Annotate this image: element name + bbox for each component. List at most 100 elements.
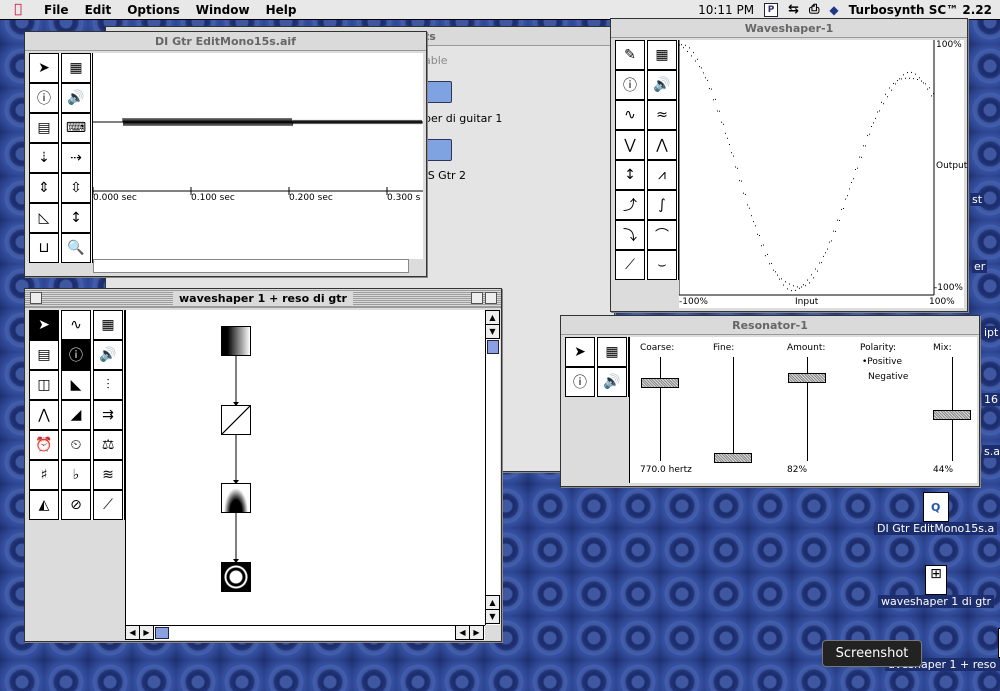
invert-shape-icon[interactable]: ⋁ (615, 130, 645, 160)
patch-titlebar[interactable]: waveshaper 1 + reso di gtr (25, 289, 501, 308)
folder-icon[interactable] (424, 81, 452, 103)
keyboard-icon[interactable]: P (764, 2, 779, 17)
loop-tool-icon[interactable]: ⊔ (29, 233, 59, 263)
scroll-right-arrow-icon[interactable]: ▶ (139, 625, 154, 640)
waveshaper-titlebar[interactable]: Waveshaper-1 (611, 19, 967, 38)
desktop-fragment[interactable]: 16 (982, 393, 1000, 406)
scroll-thumb[interactable] (487, 340, 499, 354)
patch-vscroll[interactable]: ▲ ▼ ▲ ▼ (485, 310, 500, 625)
zoom-tool-icon[interactable]: 🔍 (61, 233, 91, 263)
arrow-tool-icon[interactable]: ➤ (565, 337, 595, 367)
sound-input-module-icon[interactable] (221, 326, 251, 356)
desktop-fragment[interactable]: st (970, 193, 985, 206)
curve-s-icon[interactable]: ∫ (647, 190, 677, 220)
desktop-fragment[interactable]: s.a (982, 445, 1000, 458)
desktop-fragment[interactable]: er (972, 260, 988, 273)
info-tool-icon[interactable]: ⓘ (565, 367, 595, 397)
curve-exp-icon[interactable]: ⌣ (647, 250, 677, 280)
arrow-tool-icon[interactable]: ➤ (29, 310, 59, 340)
info-tool-icon[interactable]: ⓘ (61, 340, 91, 370)
mixer-module-icon[interactable]: ⚖ (93, 430, 123, 460)
piano-tool-icon[interactable]: ▦ (93, 310, 123, 340)
spectral-module-icon[interactable]: ♭ (61, 460, 91, 490)
curve-down-icon[interactable]: ⤵ (615, 220, 645, 250)
speaker-tool-icon[interactable]: 🔊 (61, 83, 91, 113)
sample-module-icon[interactable]: ◣ (61, 370, 91, 400)
patch-hscroll[interactable]: ◀ ▶ ◀ ▶ (125, 625, 485, 640)
delay-module-icon[interactable]: ⇉ (93, 400, 123, 430)
menu-edit[interactable]: Edit (77, 3, 120, 17)
oscillator-module-icon[interactable]: ◫ (29, 370, 59, 400)
scroll-right-arrow-icon[interactable]: ▶ (469, 625, 484, 640)
resonator-window[interactable]: Resonator-1 ➤ ▦ ⓘ 🔊 Coarse: 770.0 hertz … (560, 315, 980, 487)
speaker-tool-icon[interactable]: 🔊 (597, 367, 627, 397)
amplify-tool-icon[interactable]: ⇕ (29, 173, 59, 203)
piano-tool-icon[interactable]: ▦ (61, 53, 91, 83)
pitch-tool-icon[interactable]: ↕ (61, 203, 91, 233)
apple-menu-icon[interactable]:  (0, 2, 36, 17)
patch-canvas[interactable] (125, 310, 485, 625)
fine-slider-track[interactable] (733, 357, 734, 461)
desktop-file-waveshaper[interactable]: ⊞ waveshaper 1 di gtr (878, 565, 995, 608)
scroll-left-arrow-icon[interactable]: ◀ (455, 625, 470, 640)
wave-module-icon[interactable]: ≋ (93, 460, 123, 490)
info-tool-icon[interactable]: ⓘ (615, 70, 645, 100)
triangle-shape-icon[interactable]: ⋀ (647, 130, 677, 160)
polarity-negative-option[interactable]: Negative (868, 372, 908, 382)
fade-in-tool-icon[interactable]: ⇢ (61, 143, 91, 173)
app-name[interactable]: Turbosynth SC™ 2.22 (849, 3, 992, 17)
scroll-up-arrow-icon[interactable]: ▲ (485, 310, 500, 325)
zoom-box-icon[interactable] (471, 292, 483, 304)
speaker-tool-icon[interactable]: 🔊 (647, 70, 677, 100)
envelope-tool-icon[interactable]: ◺ (29, 203, 59, 233)
menu-help[interactable]: Help (258, 3, 305, 17)
amount-slider-thumb[interactable] (788, 373, 826, 383)
arrow-tool-icon[interactable]: ➤ (29, 53, 59, 83)
coarse-slider-track[interactable] (660, 357, 661, 461)
desktop-file-aiff[interactable]: Q DI Gtr EditMono15s.a (874, 492, 998, 535)
collapse-box-icon[interactable] (485, 292, 497, 304)
piano-tool-icon[interactable]: ▦ (647, 40, 677, 70)
app-icon[interactable]: ◆ (829, 3, 838, 17)
mix-slider-thumb[interactable] (933, 410, 971, 420)
keyboard-module-icon[interactable]: ▤ (29, 340, 59, 370)
close-box-icon[interactable] (30, 292, 42, 304)
folder-label[interactable]: per di guitar 1 (424, 112, 502, 125)
patch-window[interactable]: waveshaper 1 + reso di gtr ➤ ∿ ▦ ▤ ⓘ 🔊 ◫… (24, 288, 502, 642)
output-module-icon[interactable] (221, 562, 251, 592)
pitch-module-icon[interactable]: ♯ (29, 460, 59, 490)
scroll-thumb[interactable] (155, 627, 169, 639)
noise-module-icon[interactable]: ⫶ (93, 370, 123, 400)
modulator-module-icon[interactable]: ⏲ (61, 430, 91, 460)
folder-icon[interactable] (424, 139, 452, 161)
scroll-left-arrow-icon[interactable]: ◀ (125, 625, 140, 640)
coarse-slider-thumb[interactable] (641, 378, 679, 388)
printer-icon[interactable]: ⎙ (809, 2, 819, 17)
envelope-module-icon[interactable]: ⋀ (29, 400, 59, 430)
resonator-titlebar[interactable]: Resonator-1 (561, 316, 979, 335)
waveform-tool-icon[interactable]: ▤ (29, 113, 59, 143)
wire-tool-icon[interactable]: ∿ (61, 310, 91, 340)
fold-shape-icon[interactable]: ⩘ (647, 160, 677, 190)
waveshaper-window[interactable]: Waveshaper-1 ✎ ▦ ⓘ 🔊 ∿ ≈ ⋁ ⋀ ↕ ⩘ ⤴ ∫ ⤵ ⌒… (610, 18, 968, 312)
audio-scroll-region[interactable] (93, 259, 409, 273)
resonator-module-icon[interactable] (221, 483, 251, 513)
fade-out-tool-icon[interactable]: ⇣ (29, 143, 59, 173)
menu-file[interactable]: File (36, 3, 77, 17)
scroll-down-arrow-icon[interactable]: ▼ (485, 609, 500, 624)
speaker-tool-icon[interactable]: 🔊 (93, 340, 123, 370)
waveshaper-module-icon[interactable] (221, 405, 251, 435)
curve-log-icon[interactable]: ⌒ (647, 220, 677, 250)
resonator-module-icon[interactable]: ◭ (29, 490, 59, 520)
menu-options[interactable]: Options (119, 3, 188, 17)
network-icon[interactable]: ⇆ (788, 2, 799, 17)
no-entry-icon[interactable]: ⊘ (61, 490, 91, 520)
clock[interactable]: 10:11 PM (698, 3, 754, 17)
tape-tool-icon[interactable]: ⌨ (61, 113, 91, 143)
fine-slider-thumb[interactable] (714, 453, 752, 463)
scroll-down-arrow-icon[interactable]: ▼ (485, 324, 500, 339)
folder-label[interactable]: /S Gtr 2 (424, 169, 466, 182)
normalize-tool-icon[interactable]: ⇳ (61, 173, 91, 203)
filter-module-icon[interactable]: ◢ (61, 400, 91, 430)
audio-window[interactable]: DI Gtr EditMono15s.aif ➤ ▦ ⓘ 🔊 ▤ ⌨ ⇣ ⇢ ⇕… (24, 31, 427, 277)
